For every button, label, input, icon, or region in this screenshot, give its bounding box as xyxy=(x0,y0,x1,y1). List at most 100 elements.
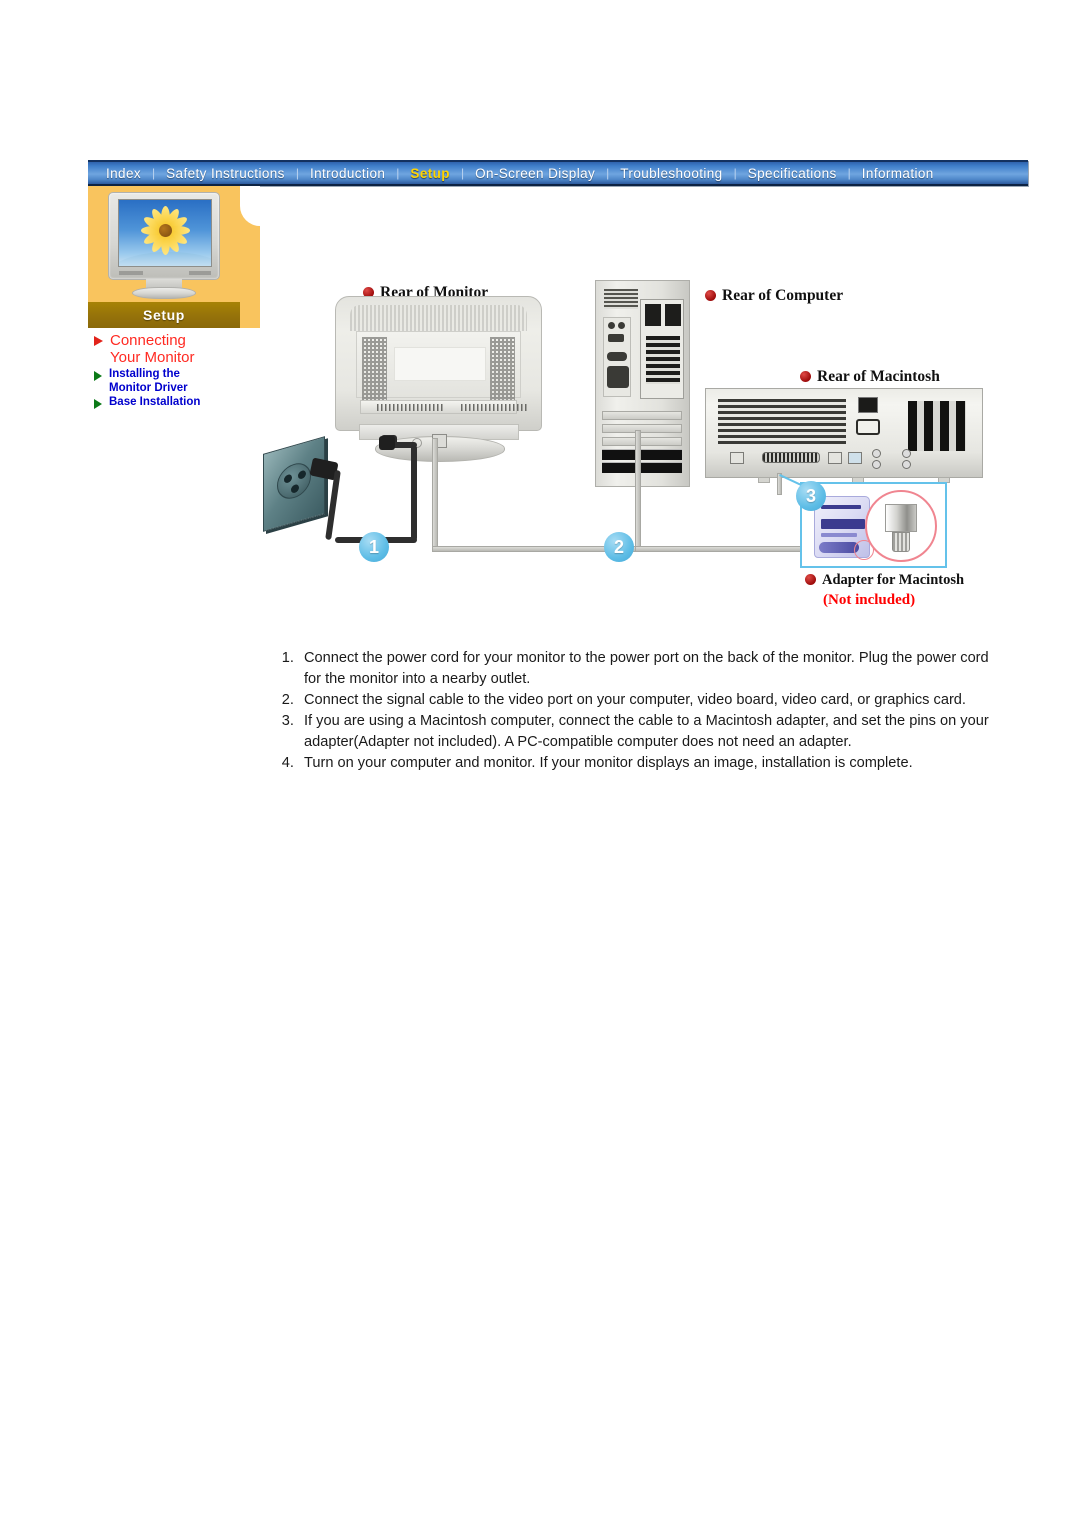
connection-diagram: Rear of Monitor Rear of Computer Rear of… xyxy=(255,270,1000,625)
signal-cable-segment xyxy=(635,430,641,550)
card-slot xyxy=(602,449,682,460)
ethernet-port-icon xyxy=(848,452,862,464)
monitor-housing xyxy=(335,296,542,431)
nav-item-specifications[interactable]: Specifications xyxy=(738,166,847,181)
monitor-left-vent xyxy=(362,337,387,409)
pc-tower-rear-image xyxy=(595,280,690,487)
sidebar-link-list: Connecting Your Monitor Installing the M… xyxy=(92,332,252,411)
card-slot xyxy=(602,462,682,473)
video-port-icon xyxy=(902,460,911,469)
instruction-step-2: Connect the signal cable to the video po… xyxy=(298,690,1008,711)
usb-port-icon xyxy=(608,334,624,342)
main-navigation-bar: Index | Safety Instructions | Introducti… xyxy=(88,160,1028,186)
video-port-icon xyxy=(902,449,911,458)
connector-pins-right xyxy=(461,404,529,411)
instruction-step-3: If you are using a Macintosh computer, c… xyxy=(298,711,1008,753)
macintosh-foot xyxy=(758,477,770,483)
monitor-right-vent xyxy=(490,337,515,409)
macintosh-power-switch xyxy=(858,397,878,413)
serial-port-icon xyxy=(607,352,627,361)
label-not-included: (Not included) xyxy=(823,592,916,608)
audio-port-icon xyxy=(872,449,881,458)
label-rear-of-computer: Rear of Computer xyxy=(705,287,843,305)
sidebar-item-connecting-your-monitor[interactable]: Connecting Your Monitor xyxy=(92,332,252,366)
tower-io-panel xyxy=(603,317,631,397)
bay-mesh xyxy=(646,336,680,384)
sidebar-item-base-installation[interactable]: Base Installation xyxy=(92,396,252,410)
power-cable-segment xyxy=(411,445,417,541)
red-bullet-icon xyxy=(705,290,716,301)
parallel-port-icon xyxy=(607,366,629,388)
crt-monitor-rear-image xyxy=(335,296,542,462)
bay-opening xyxy=(665,304,681,326)
outlet-hole xyxy=(284,473,292,484)
sidebar-section-title: Setup xyxy=(143,307,185,323)
outlet-recess xyxy=(277,459,311,503)
wall-outlet-image xyxy=(263,436,325,532)
callout-badge-3: 3 xyxy=(796,481,826,511)
tower-expansion-cards xyxy=(602,411,682,473)
sidebar-section-title-bar: Setup xyxy=(88,302,240,328)
adapter-stripe xyxy=(821,533,857,537)
nav-item-troubleshooting[interactable]: Troubleshooting xyxy=(610,166,732,181)
macintosh-power-socket xyxy=(856,419,880,435)
instruction-step-4: Turn on your computer and monitor. If yo… xyxy=(298,753,1008,774)
instruction-step-1: Connect the power cord for your monitor … xyxy=(298,648,1008,690)
adb-port-icon xyxy=(730,452,744,464)
outlet-hole xyxy=(291,483,299,494)
adapter-connector xyxy=(819,542,859,553)
nav-item-safety-instructions[interactable]: Safety Instructions xyxy=(156,166,295,181)
sidebar-item-label-line2: Your Monitor xyxy=(110,349,195,366)
monitor-thumbnail-image xyxy=(102,192,226,300)
adapter-stripe xyxy=(821,505,861,509)
triangle-marker-icon xyxy=(94,399,102,409)
audio-port-icon xyxy=(872,460,881,469)
red-bullet-icon xyxy=(805,574,816,585)
sidebar-item-installing-the-monitor-driver[interactable]: Installing the Monitor Driver xyxy=(92,368,252,395)
nav-item-introduction[interactable]: Introduction xyxy=(300,166,395,181)
thumbnail-stand-base xyxy=(132,287,196,299)
connector-pins-left xyxy=(377,404,443,411)
ps2-port-icon xyxy=(618,322,625,329)
sidebar-item-label: Connecting xyxy=(110,332,186,349)
card-bracket-video xyxy=(602,437,682,446)
callout-badge-2: 2 xyxy=(604,532,634,562)
nav-item-on-screen-display[interactable]: On-Screen Display xyxy=(465,166,605,181)
nav-item-information[interactable]: Information xyxy=(852,166,944,181)
card-bracket xyxy=(602,424,682,433)
thumbnail-brand-mark xyxy=(119,271,143,275)
label-rear-of-macintosh: Rear of Macintosh xyxy=(800,368,940,386)
callout-badge-1: 1 xyxy=(359,532,389,562)
adapter-pin-pins xyxy=(892,532,910,552)
nav-item-setup[interactable]: Setup xyxy=(400,166,460,181)
tower-top-vent xyxy=(604,289,638,309)
monitor-rating-label xyxy=(394,347,486,381)
sunflower-icon xyxy=(139,204,191,256)
triangle-marker-icon xyxy=(94,371,102,381)
adapter-pin-magnifier xyxy=(865,490,937,562)
scsi-port-icon xyxy=(762,452,820,463)
ps2-port-icon xyxy=(608,322,615,329)
monitor-connector-strip xyxy=(360,400,529,414)
sunflower-core xyxy=(158,223,172,237)
macintosh-expansion-slots xyxy=(908,401,966,451)
power-cable-segment xyxy=(325,469,341,541)
instruction-list-container: Connect the power cord for your monitor … xyxy=(268,648,1008,774)
macintosh-vent-grille xyxy=(718,399,846,447)
power-cable-monitor-plug xyxy=(379,436,395,450)
outlet-hole xyxy=(298,469,306,480)
tower-drive-bay xyxy=(640,299,684,399)
sidebar-item-label: Installing the xyxy=(109,368,180,380)
macintosh-rear-image xyxy=(705,388,983,483)
thumbnail-screen xyxy=(118,199,212,267)
thumbnail-model-mark xyxy=(189,271,211,275)
signal-cable-segment xyxy=(432,438,438,550)
adapter-pin-body xyxy=(885,504,917,532)
label-adapter-for-macintosh: Adapter for Macintosh xyxy=(805,572,964,589)
sidebar-item-label: Base Installation xyxy=(109,396,201,408)
red-bullet-icon xyxy=(800,371,811,382)
instruction-list: Connect the power cord for your monitor … xyxy=(268,648,1008,774)
nav-item-index[interactable]: Index xyxy=(96,166,151,181)
bay-opening xyxy=(645,304,661,326)
thumbnail-bezel xyxy=(108,192,220,280)
